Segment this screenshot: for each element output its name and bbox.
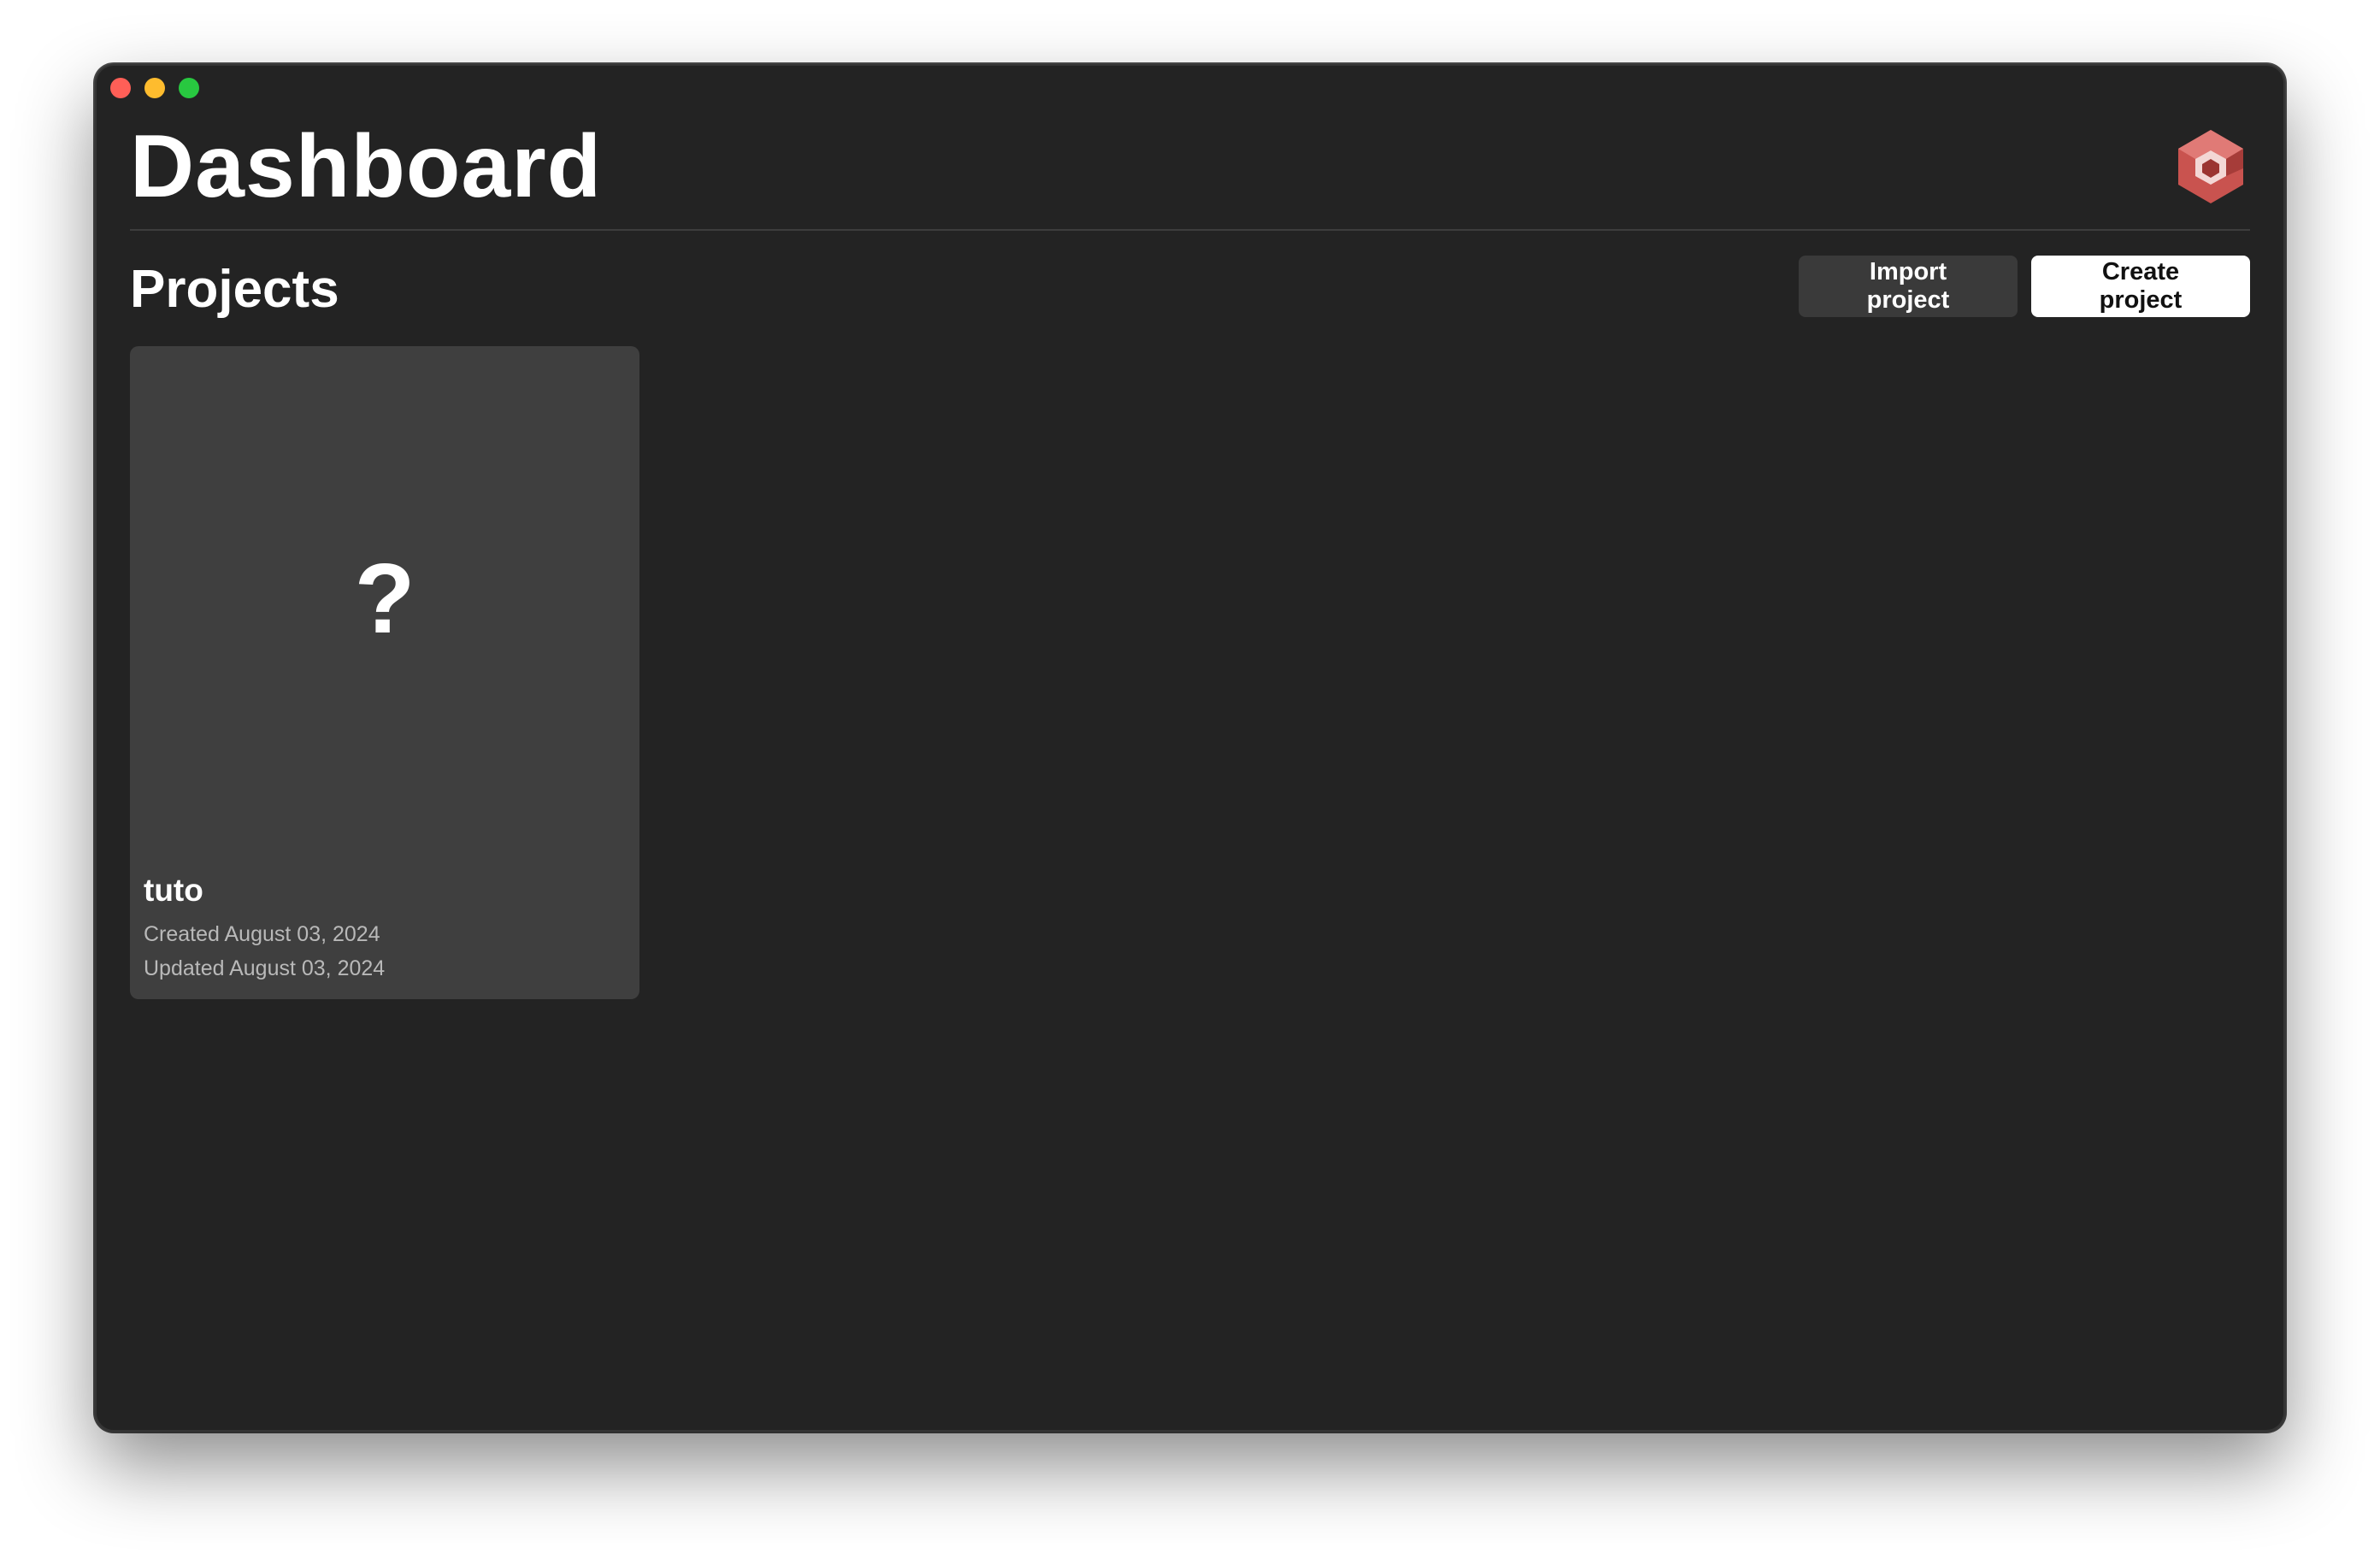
hexagon-cube-logo-icon [2171, 127, 2250, 206]
header-divider [130, 229, 2250, 231]
project-name: tuto [144, 873, 203, 908]
projects-section-title: Projects [130, 260, 339, 319]
project-created-date: Created August 03, 2024 [144, 922, 380, 946]
create-project-button[interactable]: Create project [2031, 256, 2250, 317]
import-project-button[interactable]: Import project [1799, 256, 2018, 317]
app-window: Dashboard Projects Import project Create… [95, 64, 2285, 1432]
projects-toolbar: Projects Import project Create project [130, 256, 2250, 321]
close-window-button[interactable] [110, 78, 131, 98]
dashboard-content: Dashboard Projects Import project Create… [130, 64, 2250, 1432]
question-mark-icon: ? [354, 543, 415, 654]
project-updated-date: Updated August 03, 2024 [144, 956, 386, 980]
project-thumbnail: ? [130, 346, 639, 859]
dashboard-header: Dashboard [130, 115, 2250, 218]
project-card[interactable]: ? tuto Created August 03, 2024 Updated A… [130, 346, 639, 999]
projects-grid: ? tuto Created August 03, 2024 Updated A… [130, 346, 639, 999]
page-title: Dashboard [130, 117, 603, 216]
project-actions: Import project Create project [1799, 256, 2250, 317]
